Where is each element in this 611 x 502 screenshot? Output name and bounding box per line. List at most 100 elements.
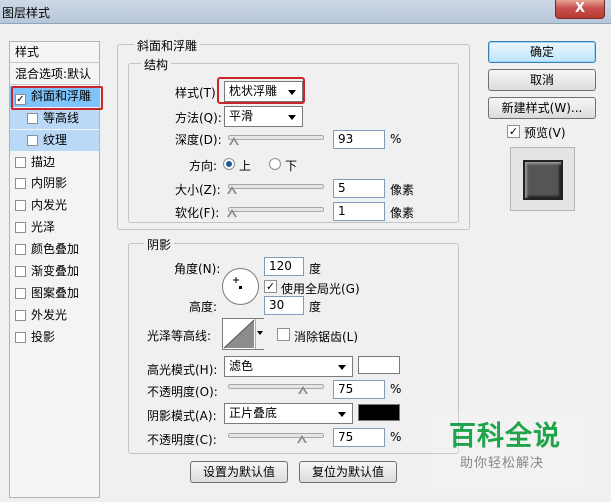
set-default-button[interactable]: 设置为默认值	[190, 461, 288, 483]
shadow-mode-label: 阴影模式(A):	[147, 409, 217, 423]
technique-label: 方法(Q):	[175, 111, 222, 125]
chevron-down-icon	[338, 365, 346, 370]
sidebar-item[interactable]: 纹理	[10, 129, 99, 151]
shadow-color-swatch[interactable]	[358, 404, 400, 421]
sidebar-item[interactable]: 内阴影	[10, 173, 99, 194]
sidebar-item[interactable]: 内发光	[10, 195, 99, 216]
sidebar-item-label: 颜色叠加	[31, 242, 80, 257]
sidebar-item-checkbox[interactable]	[15, 222, 26, 234]
depth-slider-thumb[interactable]	[229, 137, 239, 147]
sidebar-item-checkbox[interactable]	[15, 287, 26, 299]
sidebar-item-label: 内发光	[31, 198, 68, 213]
style-label: 样式(T):	[175, 86, 220, 100]
sidebar-item-checkbox[interactable]	[15, 309, 26, 321]
sidebar-item-label: 纹理	[43, 132, 68, 147]
sidebar-item-label: 描边	[31, 154, 56, 169]
highlight-opacity-track[interactable]	[228, 384, 324, 389]
direction-down-radio[interactable]	[269, 158, 281, 170]
sidebar-item-label: 外发光	[31, 307, 68, 322]
technique-select[interactable]: 平滑	[224, 106, 303, 127]
close-button[interactable]: X	[555, 0, 605, 19]
contour-dropdown[interactable]	[255, 319, 264, 349]
sidebar-item-checkbox[interactable]	[15, 266, 26, 277]
size-slider-track[interactable]	[228, 184, 324, 189]
cancel-button[interactable]: 取消	[488, 69, 596, 91]
shadow-mode-value: 正片叠底	[229, 406, 278, 420]
sidebar-item-checkbox[interactable]	[15, 178, 26, 190]
highlight-mode-label: 高光模式(H):	[147, 363, 218, 377]
highlight-opacity-input[interactable]: 75	[333, 380, 385, 399]
gloss-contour-picker[interactable]	[222, 318, 264, 350]
size-slider-thumb[interactable]	[227, 186, 237, 196]
sidebar-item-label: 光泽	[31, 220, 56, 235]
sidebar-item-label: 内阴影	[31, 176, 68, 191]
chevron-down-icon	[338, 412, 346, 417]
sidebar-item-checkbox[interactable]	[27, 112, 38, 124]
depth-label: 深度(D):	[175, 133, 222, 147]
sidebar-item[interactable]: 外发光	[10, 305, 99, 326]
sidebar-item-label: 渐变叠加	[31, 264, 80, 278]
shadow-opacity-thumb[interactable]	[297, 435, 307, 445]
sidebar-item-checkbox[interactable]	[15, 331, 26, 343]
chevron-down-icon	[288, 115, 296, 120]
sidebar-item[interactable]: 渐变叠加	[10, 261, 99, 282]
depth-slider-track[interactable]	[228, 135, 324, 140]
highlight-mode-select[interactable]: 滤色	[224, 356, 353, 377]
angle-crosshair-icon	[233, 277, 242, 289]
sidebar-item-label: 图案叠加	[31, 285, 80, 300]
highlight-opacity-unit: %	[390, 382, 402, 396]
new-style-button[interactable]: 新建样式(W)...	[488, 97, 596, 119]
highlight-opacity-label: 不透明度(O):	[147, 385, 218, 399]
shadow-opacity-input[interactable]: 75	[333, 428, 385, 447]
bevel-group-title: 斜面和浮雕	[134, 37, 201, 54]
watermark-title: 百科全说	[449, 421, 561, 452]
sidebar-item-label: 混合选项:默认	[15, 66, 92, 81]
soften-slider-track[interactable]	[228, 207, 324, 212]
sidebar-item[interactable]: 混合选项:默认	[10, 64, 99, 85]
sidebar-item[interactable]: 图案叠加	[10, 283, 99, 304]
sidebar-item[interactable]: 光泽	[10, 217, 99, 238]
soften-input[interactable]: 1	[333, 202, 385, 221]
altitude-label: 高度:	[189, 300, 218, 314]
size-input[interactable]: 5	[333, 179, 385, 198]
angle-dial[interactable]	[222, 268, 259, 305]
shadow-opacity-unit: %	[390, 430, 402, 444]
angle-input[interactable]: 120	[264, 257, 304, 276]
altitude-input[interactable]: 30	[264, 296, 304, 315]
reset-default-button[interactable]: 复位为默认值	[299, 461, 397, 483]
sidebar-item[interactable]: 等高线	[10, 107, 99, 129]
structure-title: 结构	[141, 56, 172, 73]
angle-label: 角度(N):	[174, 262, 221, 276]
shadow-mode-select[interactable]: 正片叠底	[224, 403, 353, 424]
size-label: 大小(Z):	[175, 183, 221, 197]
sidebar-item[interactable]: 样式	[10, 42, 99, 63]
sidebar-item[interactable]: 投影	[10, 327, 99, 348]
gloss-contour-label: 光泽等高线:	[147, 329, 212, 343]
preview-checkbox[interactable]: ✓	[507, 125, 520, 138]
sidebar-item-checkbox[interactable]	[27, 134, 38, 146]
antialias-checkbox[interactable]	[277, 328, 290, 341]
global-light-checkbox[interactable]: ✓	[264, 280, 277, 293]
sidebar-item[interactable]: 描边	[10, 152, 99, 173]
shadow-opacity-label: 不透明度(C):	[147, 433, 217, 447]
ok-button[interactable]: 确定	[488, 41, 596, 63]
shadow-opacity-track[interactable]	[228, 433, 324, 438]
highlight-mode-value: 滤色	[229, 359, 254, 373]
direction-up-radio[interactable]	[223, 158, 235, 170]
contour-curve-icon	[223, 319, 255, 349]
soften-slider-thumb[interactable]	[227, 209, 237, 219]
direction-down-label: 下	[285, 159, 298, 173]
sidebar-item[interactable]: 颜色叠加	[10, 239, 99, 260]
sidebar-item-checkbox[interactable]	[15, 200, 26, 212]
technique-select-value: 平滑	[229, 109, 254, 123]
sidebar-item-checkbox[interactable]	[15, 156, 26, 168]
depth-input[interactable]: 93	[333, 130, 385, 149]
sidebar-item-checkbox[interactable]	[15, 244, 26, 256]
highlight-opacity-thumb[interactable]	[298, 386, 308, 396]
highlight-color-swatch[interactable]	[358, 356, 400, 374]
direction-up-label: 上	[239, 159, 252, 173]
antialias-label: 消除锯齿(L)	[294, 330, 359, 344]
sidebar-item-label: 投影	[31, 329, 56, 344]
global-light-label: 使用全局光(G)	[281, 282, 360, 296]
altitude-unit: 度	[309, 300, 322, 314]
